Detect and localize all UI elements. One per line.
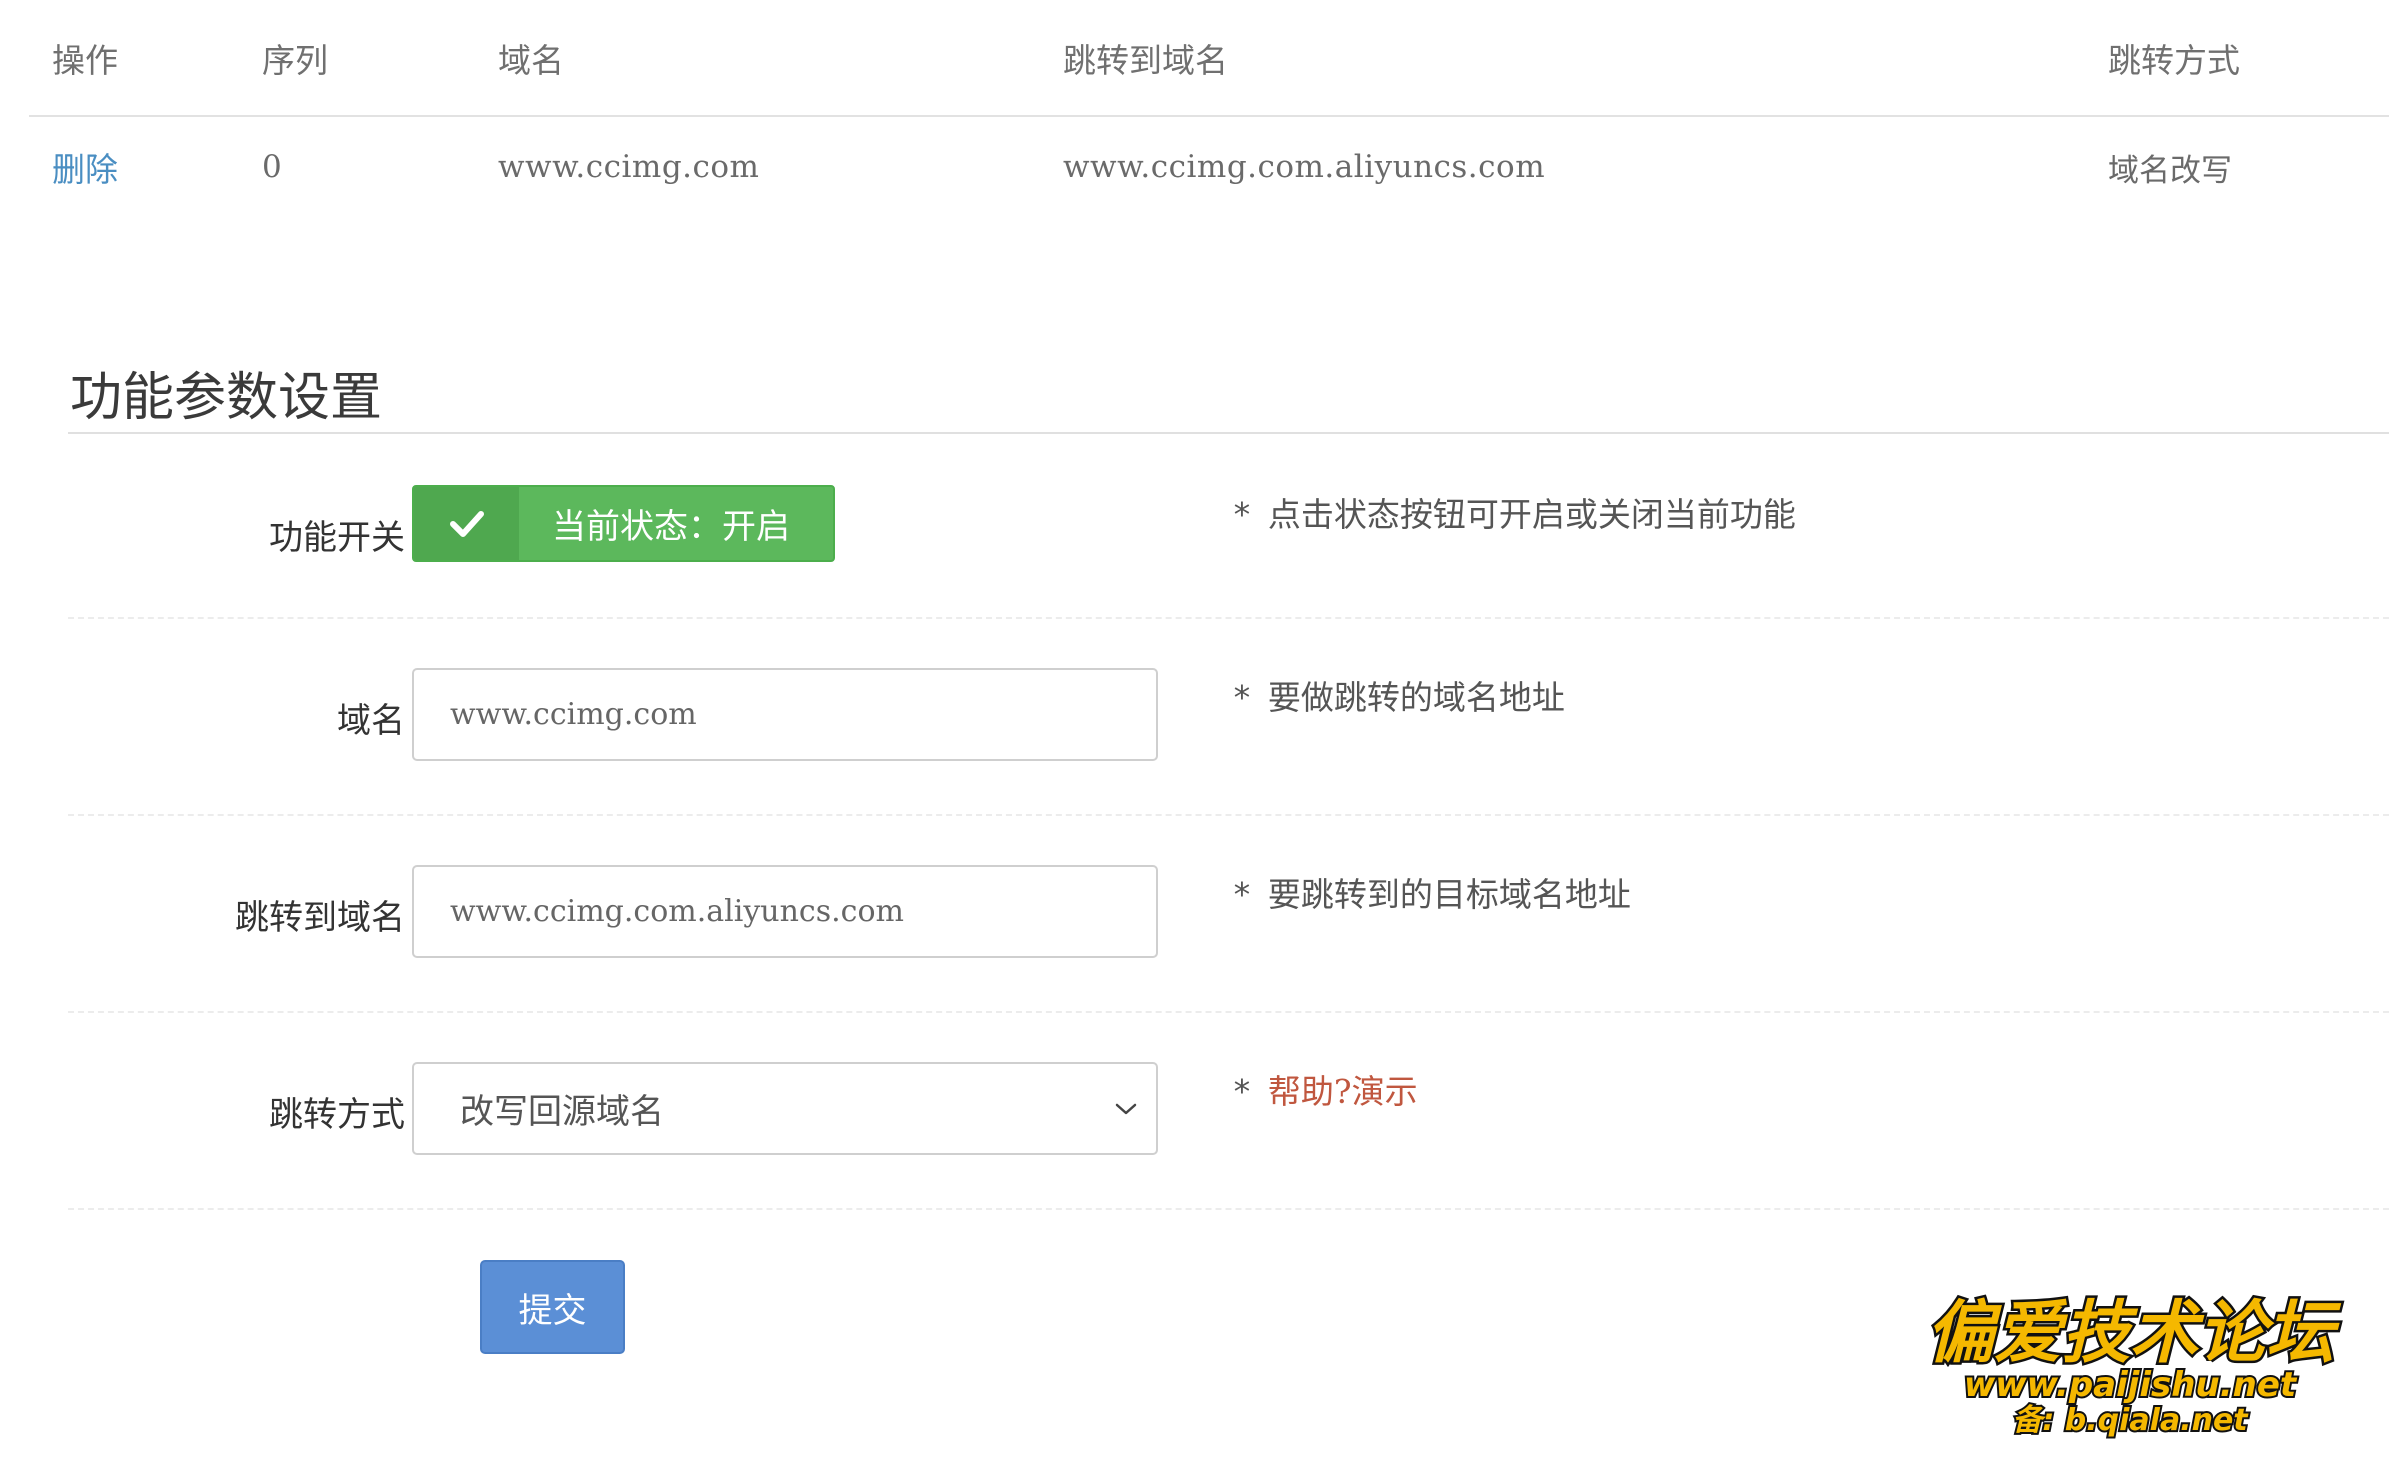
table-header-row: 操作 序列 域名 跳转到域名 跳转方式 (29, 0, 2389, 117)
delete-link[interactable]: 删除 (52, 150, 118, 189)
hint-star: * (1232, 678, 1252, 717)
rules-table: 操作 序列 域名 跳转到域名 跳转方式 删除 0 www.ccimg.com w… (29, 0, 2389, 217)
domain-input[interactable] (412, 668, 1158, 761)
target-hint-text: 要跳转到的目标域名地址 (1267, 875, 1631, 914)
svg-text:备: b.qiala.net: 备: b.qiala.net (2012, 1403, 2249, 1438)
hint-star: * (1232, 495, 1252, 534)
target-hint: * 要跳转到的目标域名地址 (1232, 868, 1631, 916)
svg-text:www.paijishu.net: www.paijishu.net (1964, 1365, 2298, 1405)
row-divider (68, 814, 2389, 816)
cell-op: 删除 (29, 116, 262, 217)
domain-label: 域名 (337, 701, 405, 741)
help-demo-link[interactable]: 帮助?演示 (1268, 1072, 1418, 1111)
header-seq: 序列 (262, 0, 498, 117)
cell-domain: www.ccimg.com (498, 149, 760, 185)
switch-hint-text: 点击状态按钮可开启或关闭当前功能 (1267, 495, 1796, 534)
svg-text:偏爱技术论坛: 偏爱技术论坛 (1926, 1294, 2342, 1373)
cell-seq: 0 (262, 149, 283, 185)
hint-star: * (1232, 875, 1252, 914)
mode-selected-value: 改写回源域名 (460, 1092, 664, 1132)
domain-hint-text: 要做跳转的域名地址 (1267, 678, 1565, 717)
section-divider (68, 432, 2389, 434)
switch-label: 功能开关 (269, 518, 405, 558)
cell-mode: 域名改写 (2108, 152, 2232, 189)
chevron-down-icon (1115, 1103, 1137, 1114)
status-toggle-button[interactable]: 当前状态：开启 (412, 485, 835, 562)
header-domain: 域名 (498, 0, 1063, 117)
header-target: 跳转到域名 (1063, 0, 2108, 117)
hint-star: * (1232, 1072, 1252, 1111)
target-domain-input[interactable] (412, 865, 1158, 958)
forum-watermark-logo: 偏爱技术论坛 www.paijishu.net 备: b.qiala.net (1923, 1292, 2344, 1441)
mode-label: 跳转方式 (269, 1095, 405, 1135)
target-label: 跳转到域名 (235, 898, 405, 938)
mode-select[interactable]: 改写回源域名 (412, 1062, 1158, 1155)
row-divider (68, 1011, 2389, 1013)
domain-hint: * 要做跳转的域名地址 (1232, 671, 1565, 719)
row-divider (68, 1208, 2389, 1210)
toggle-status-text: 当前状态：开启 (552, 507, 790, 547)
submit-button[interactable]: 提交 (480, 1260, 625, 1354)
mode-hint: * 帮助?演示 (1232, 1065, 1418, 1113)
section-title: 功能参数设置 (70, 368, 383, 428)
check-icon-box (414, 487, 519, 560)
header-op: 操作 (29, 0, 262, 117)
row-divider (68, 617, 2389, 619)
table-row: 删除 0 www.ccimg.com www.ccimg.com.aliyunc… (29, 116, 2389, 217)
cell-target: www.ccimg.com.aliyuncs.com (1063, 149, 1546, 185)
header-mode: 跳转方式 (2108, 0, 2389, 117)
check-icon (449, 510, 484, 537)
switch-hint: * 点击状态按钮可开启或关闭当前功能 (1232, 488, 1796, 536)
